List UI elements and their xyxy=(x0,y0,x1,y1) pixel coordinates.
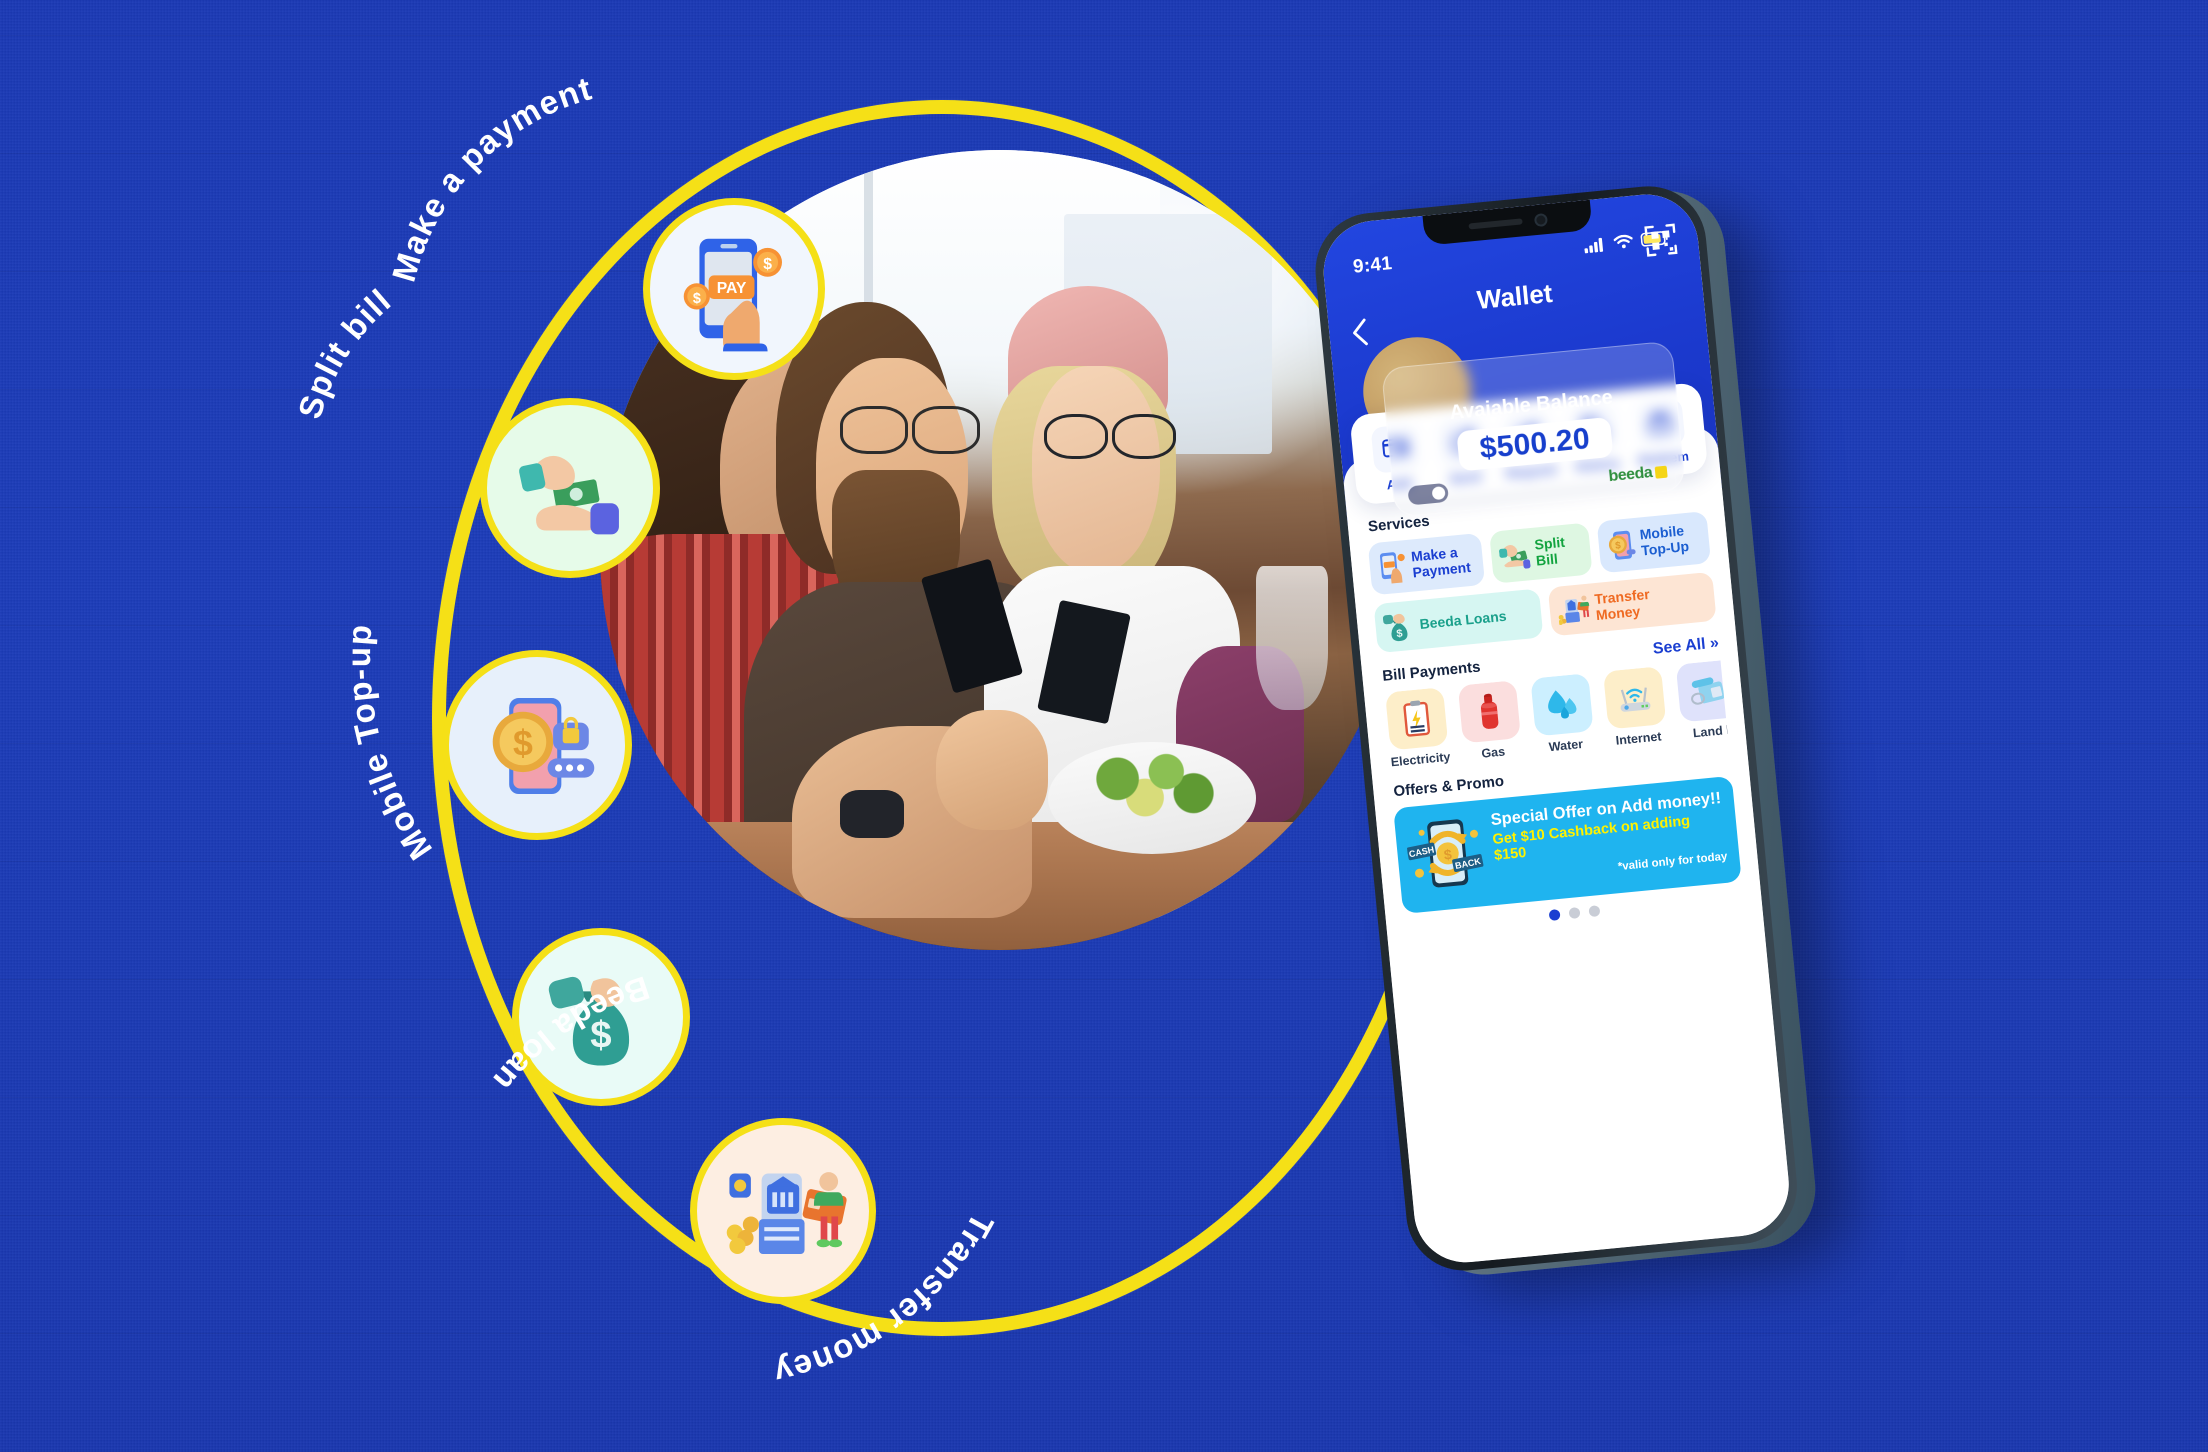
carousel-dot[interactable] xyxy=(1568,907,1581,920)
landline-phone-icon xyxy=(1675,660,1728,723)
water-drops-icon xyxy=(1530,673,1594,737)
service-beeda-loans[interactable]: $ Beeda Loans xyxy=(1373,588,1543,654)
bill-label: Internet xyxy=(1615,729,1663,749)
orbit-label-text: Split bill xyxy=(291,281,398,422)
orbit-label-text: Beeda loan xyxy=(486,969,654,1099)
cashback-phone-icon: $ CASH BACK xyxy=(1406,819,1484,888)
bill-item-internet[interactable]: Internet xyxy=(1600,666,1671,749)
svg-text:$: $ xyxy=(513,724,533,764)
service-transfer-money[interactable]: Transfer Money xyxy=(1547,571,1717,637)
cellular-bars-icon xyxy=(1584,237,1604,253)
orbit-label-split-bill: Split bill xyxy=(285,245,525,455)
carousel-dot-active[interactable] xyxy=(1548,909,1561,922)
balance-amount: $500.20 xyxy=(1456,416,1614,472)
orbit-label-transfer-money: Transfer money xyxy=(580,1160,1010,1452)
phone-coin-icon: $ xyxy=(1608,530,1636,560)
bill-label: Land l xyxy=(1692,723,1728,741)
service-label: Beeda Loans xyxy=(1418,607,1508,632)
wallet-content-sheet: Add $ Send $ Request xyxy=(1341,382,1794,1268)
orbit-label-mobile-top-up: Mobile Top-up xyxy=(250,430,480,890)
see-all-link[interactable]: See All » xyxy=(1652,635,1720,659)
money-bag-icon: $ xyxy=(1382,613,1408,641)
offer-banner[interactable]: $ CASH BACK Special Offer on Add money!!… xyxy=(1393,776,1742,915)
bill-label: Water xyxy=(1548,737,1584,755)
balance-card[interactable]: Avaiable Balance $500.20 beeda xyxy=(1380,340,1686,518)
service-label: Transfer Money xyxy=(1593,585,1651,623)
back-icon[interactable] xyxy=(1350,318,1370,352)
wifi-router-icon xyxy=(1603,666,1667,730)
bank-transfer-icon xyxy=(1557,595,1589,625)
orbit-label-text: Transfer money xyxy=(770,1207,1001,1392)
hands-cash-icon xyxy=(1499,545,1531,569)
beeda-logo-text: beeda xyxy=(1607,464,1653,486)
svg-text:$: $ xyxy=(1396,627,1403,640)
service-split-bill[interactable]: Split Bill xyxy=(1489,522,1593,584)
bill-item-gas[interactable]: Gas xyxy=(1455,680,1526,763)
bill-label: Electricity xyxy=(1390,750,1452,770)
orbit-label-text: Mobile Top-up xyxy=(340,622,439,866)
bill-item-electricity[interactable]: Electricity xyxy=(1382,687,1453,770)
service-label: Split Bill xyxy=(1533,534,1566,569)
front-camera xyxy=(1533,212,1548,227)
carousel-dot[interactable] xyxy=(1587,905,1600,918)
wifi-icon xyxy=(1613,234,1633,249)
service-label: Make a Payment xyxy=(1410,544,1472,581)
service-label: Mobile Top-Up xyxy=(1638,522,1690,559)
phone-pay-hand-icon xyxy=(1379,552,1405,584)
status-time: 9:41 xyxy=(1352,253,1394,278)
toggle-switch-icon[interactable] xyxy=(1407,482,1450,506)
qr-code-icon[interactable] xyxy=(1642,222,1680,264)
service-make-a-payment[interactable]: Make a Payment xyxy=(1367,532,1486,596)
svg-text:$: $ xyxy=(1443,846,1452,863)
clipboard-bolt-icon xyxy=(1385,687,1449,751)
bill-payments-title: Bill Payments xyxy=(1381,658,1482,686)
beeda-logo: beeda xyxy=(1608,463,1668,487)
bill-item-water[interactable]: Water xyxy=(1527,673,1598,756)
service-mobile-top-up[interactable]: $ Mobile Top-Up xyxy=(1596,511,1712,574)
gas-cylinder-icon xyxy=(1457,680,1522,744)
bill-item-landline[interactable]: Land l xyxy=(1673,660,1728,742)
earpiece-speaker xyxy=(1467,218,1523,230)
bill-label: Gas xyxy=(1480,744,1506,762)
